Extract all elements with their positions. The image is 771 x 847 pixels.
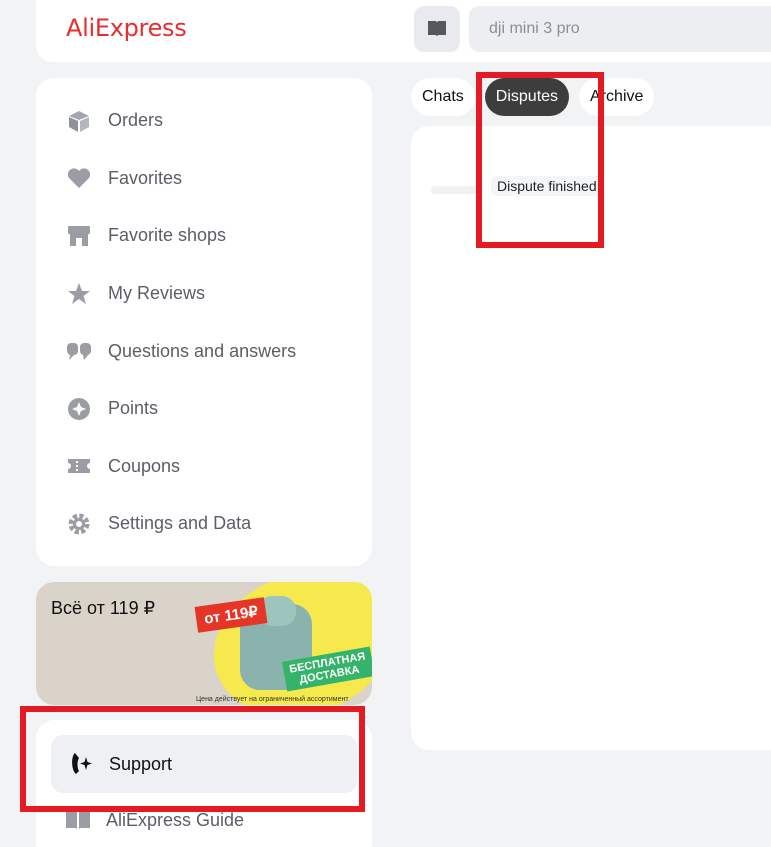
- points-icon: [64, 394, 94, 424]
- sidebar-item-points[interactable]: Points: [36, 380, 372, 438]
- heart-icon: [64, 163, 94, 193]
- sidebar-item-aliexpress-guide[interactable]: AliExpress Guide: [64, 808, 244, 832]
- sidebar-item-label: Favorites: [108, 167, 183, 188]
- star-icon: [64, 279, 94, 309]
- sidebar-item-label: Orders: [108, 110, 164, 131]
- sidebar-item-label: Settings and Data: [108, 513, 252, 534]
- guide-label: AliExpress Guide: [106, 809, 245, 830]
- sidebar-item-favorites[interactable]: Favorites: [36, 150, 372, 208]
- sidebar-item-label: Questions and answers: [108, 340, 297, 361]
- gear-icon: [64, 509, 94, 539]
- list-item-placeholder: [431, 186, 481, 194]
- account-sidebar: Orders Favorites Favorite shops My Revie…: [36, 78, 372, 566]
- book-icon: [428, 21, 446, 37]
- promo-disclaimer: Цена действует на ограниченный ассортиме…: [196, 696, 349, 703]
- support-button[interactable]: Support: [51, 735, 357, 793]
- dispute-status-badge[interactable]: Dispute finished: [491, 176, 603, 196]
- search-input[interactable]: [469, 6, 771, 52]
- aliexpress-logo[interactable]: AliExpress: [66, 14, 187, 42]
- support-label: Support: [109, 753, 173, 774]
- book-icon: [66, 810, 90, 830]
- support-card: Support AliExpress Guide: [36, 720, 372, 847]
- sidebar-item-questions[interactable]: Questions and answers: [36, 322, 372, 380]
- sidebar-item-label: My Reviews: [108, 283, 206, 304]
- qa-icon: [64, 336, 94, 366]
- coupon-icon: [64, 451, 94, 481]
- catalog-button[interactable]: [414, 6, 460, 52]
- tab-disputes[interactable]: Disputes: [484, 78, 570, 116]
- sidebar-item-orders[interactable]: Orders: [36, 92, 372, 150]
- sidebar-item-settings[interactable]: Settings and Data: [36, 495, 372, 553]
- promo-banner[interactable]: Всё от 119 ₽ от 119₽ БЕСПЛАТНАЯ ДОСТАВКА…: [36, 582, 372, 705]
- sidebar-item-my-reviews[interactable]: My Reviews: [36, 265, 372, 323]
- promo-title: Всё от 119 ₽: [51, 598, 156, 618]
- top-header: AliExpress: [36, 0, 771, 62]
- tab-archive[interactable]: Archive: [579, 78, 655, 116]
- message-tabs: Chats Disputes Archive: [411, 78, 655, 116]
- sidebar-item-coupons[interactable]: Coupons: [36, 438, 372, 496]
- sidebar-item-label: Coupons: [108, 455, 181, 476]
- sidebar-item-favorite-shops[interactable]: Favorite shops: [36, 207, 372, 265]
- sidebar-item-label: Points: [108, 398, 159, 419]
- disputes-panel: Dispute finished: [411, 126, 771, 750]
- shop-icon: [64, 221, 94, 251]
- box-icon: [64, 106, 94, 136]
- phone-sparkle-icon: [72, 753, 92, 774]
- tab-chats[interactable]: Chats: [411, 78, 475, 116]
- sidebar-item-label: Favorite shops: [108, 225, 227, 246]
